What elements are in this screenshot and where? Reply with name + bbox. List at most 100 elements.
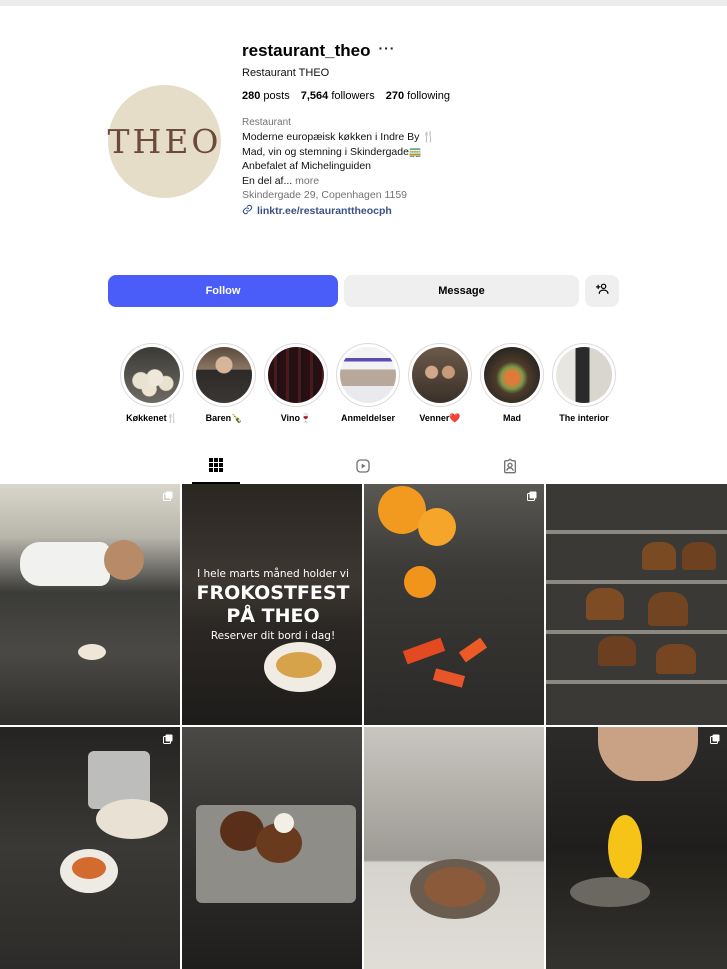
- profile-info: restaurant_theo ··· Restaurant THEO 280 …: [242, 40, 450, 218]
- post-thumbnail[interactable]: I hele marts måned holder vi FROKOSTFEST…: [182, 484, 362, 725]
- highlight-label: Køkkenet🍴: [126, 413, 178, 423]
- highlight-wine-thumb: [268, 347, 324, 403]
- post-thumbnail[interactable]: [364, 484, 544, 725]
- follow-button[interactable]: Follow: [108, 275, 338, 307]
- link-icon: [242, 204, 253, 218]
- highlight-label: The interior: [559, 413, 609, 423]
- highlight-ring: [408, 343, 472, 407]
- highlight-ring: [480, 343, 544, 407]
- profile-link[interactable]: linktr.ee/restauranttheocph: [242, 204, 450, 218]
- post-shape: [96, 799, 168, 839]
- post-shape: [276, 652, 322, 678]
- post-shape: [598, 636, 636, 666]
- grid-icon: [209, 457, 223, 477]
- post-shape: [608, 815, 642, 879]
- multiple-photos-icon: [163, 491, 173, 501]
- post-shape: [598, 727, 698, 781]
- post-shape: [20, 542, 110, 586]
- post-shape: [586, 588, 624, 620]
- post-shape: [432, 668, 466, 688]
- post-shape: [274, 813, 294, 833]
- multiple-photos-icon: [163, 734, 173, 744]
- highlight-reviews-thumb: [340, 347, 396, 403]
- highlight-ring: [336, 343, 400, 407]
- highlight-item[interactable]: Anmeldelser: [332, 343, 404, 423]
- full-name: Restaurant THEO: [242, 67, 330, 79]
- story-highlights: Køkkenet🍴 Baren🍾 Vino🍷 Anmeldelser Venne…: [108, 343, 628, 433]
- highlight-ring: [120, 343, 184, 407]
- followers-stat[interactable]: 7,564 followers: [301, 90, 375, 102]
- post-shape: [72, 857, 106, 879]
- profile-address: Skindergade 29, Copenhagen 1159: [242, 189, 408, 201]
- reels-icon: [355, 458, 371, 479]
- multiple-photos-icon: [710, 734, 720, 744]
- highlight-item[interactable]: Mad: [476, 343, 548, 423]
- multiple-photos-icon: [527, 491, 537, 501]
- profile-avatar[interactable]: THEO: [108, 85, 221, 198]
- post-shape: [404, 566, 436, 598]
- promo-line: I hele marts måned holder vi: [197, 568, 349, 580]
- post-shape: [402, 637, 446, 665]
- highlight-interior-thumb: [556, 347, 612, 403]
- highlight-friends-thumb: [412, 347, 468, 403]
- highlight-food-thumb: [484, 347, 540, 403]
- highlight-label: Mad: [503, 413, 521, 423]
- post-shape: [656, 644, 696, 674]
- posts-stat: 280 posts: [242, 90, 290, 102]
- tab-reels[interactable]: [339, 452, 387, 484]
- tab-posts[interactable]: [192, 452, 240, 484]
- avatar-logo-text: THEO: [107, 122, 222, 161]
- post-shape: [104, 540, 144, 580]
- post-shape: [418, 508, 456, 546]
- post-shape: [78, 644, 106, 660]
- username: restaurant_theo: [242, 41, 371, 60]
- highlight-label: Anmeldelser: [340, 413, 396, 423]
- promo-headline: FROKOSTFEST: [196, 582, 350, 604]
- bio-line: En del af... more: [242, 174, 320, 187]
- highlight-label: Venner❤️: [419, 413, 461, 423]
- post-thumbnail[interactable]: [364, 727, 544, 969]
- username-row: restaurant_theo ···: [242, 40, 450, 62]
- bio-line: Moderne europæisk køkken i Indre By 🍴: [242, 131, 436, 143]
- profile-link-text: linktr.ee/restauranttheocph: [257, 205, 392, 217]
- bio-line: Mad, vin og stemning i Skindergade🚃: [242, 145, 423, 158]
- post-shape: [458, 637, 488, 663]
- bio-more-link[interactable]: more: [295, 175, 319, 187]
- post-shape: [682, 542, 716, 570]
- post-thumbnail[interactable]: [546, 484, 727, 725]
- profile-category: Restaurant: [242, 117, 291, 128]
- promo-line: Reserver dit bord i dag!: [210, 630, 336, 642]
- posts-grid: I hele marts måned holder vi FROKOSTFEST…: [0, 484, 727, 969]
- highlight-kitchen-thumb: [124, 347, 180, 403]
- profile-bio: Moderne europæisk køkken i Indre By 🍴 Ma…: [242, 130, 450, 188]
- add-user-button[interactable]: [585, 275, 619, 307]
- bio-line: Anbefalet af Michelinguiden: [242, 160, 372, 172]
- post-shape: [570, 877, 650, 907]
- highlight-item[interactable]: Venner❤️: [404, 343, 476, 424]
- tagged-icon: [502, 458, 518, 479]
- post-shape: [648, 592, 688, 626]
- post-shape: [424, 867, 486, 907]
- highlight-item[interactable]: Baren🍾: [188, 343, 260, 424]
- message-button[interactable]: Message: [344, 275, 579, 307]
- tab-tagged[interactable]: [486, 452, 534, 484]
- highlight-ring: [552, 343, 616, 407]
- highlight-label: Baren🍾: [205, 413, 243, 423]
- highlight-item[interactable]: The interior: [548, 343, 620, 423]
- add-user-icon: [595, 282, 609, 300]
- profile-stats: 280 posts 7,564 followers 270 following: [242, 90, 450, 102]
- highlight-ring: [192, 343, 256, 407]
- highlight-bar-thumb: [196, 347, 252, 403]
- post-thumbnail[interactable]: [0, 727, 180, 969]
- highlight-label: Vino🍷: [280, 413, 312, 423]
- highlight-item[interactable]: Vino🍷: [260, 343, 332, 424]
- highlight-item[interactable]: Køkkenet🍴: [116, 343, 188, 424]
- post-thumbnail[interactable]: [0, 484, 180, 725]
- more-options-icon[interactable]: ···: [378, 40, 395, 56]
- following-stat[interactable]: 270 following: [386, 90, 450, 102]
- post-thumbnail[interactable]: [546, 727, 727, 969]
- profile-tabs: [108, 452, 620, 484]
- highlight-ring: [264, 343, 328, 407]
- post-thumbnail[interactable]: [182, 727, 362, 969]
- post-shape: [642, 542, 676, 570]
